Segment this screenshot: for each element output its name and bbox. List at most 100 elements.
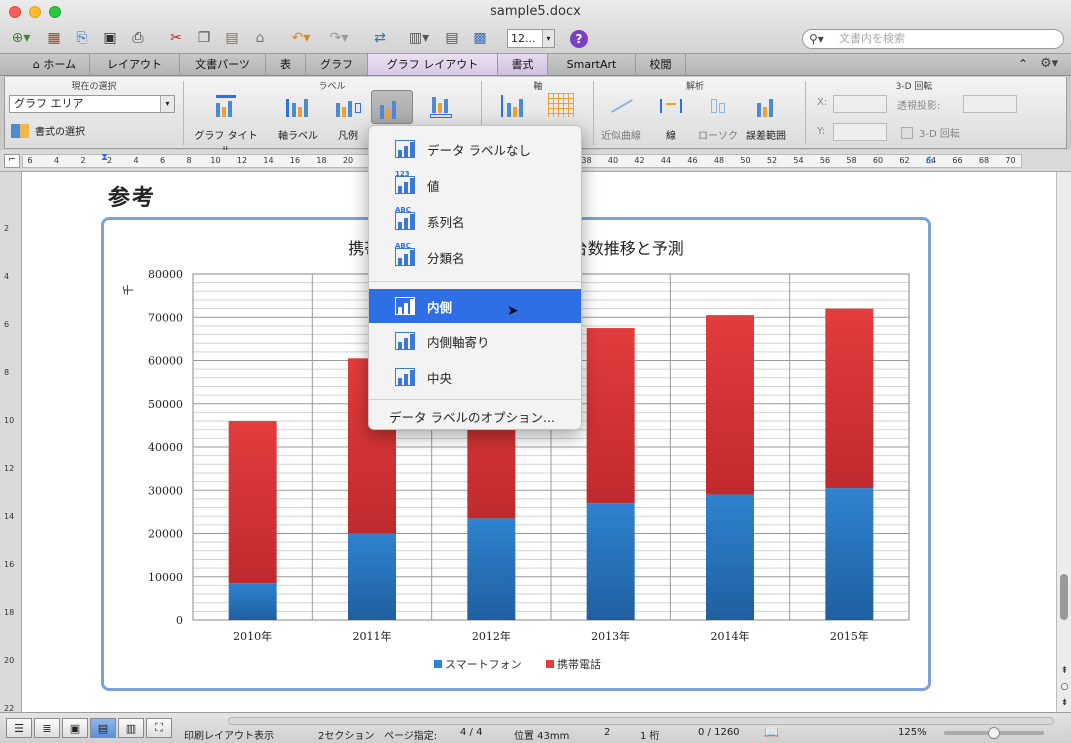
- redo-icon[interactable]: ↷▾: [322, 27, 356, 49]
- tab-label: 文書パーツ: [195, 58, 250, 71]
- trendline-button[interactable]: 近似曲線: [595, 93, 647, 143]
- menu-icon-frame: [395, 248, 415, 266]
- chart-title-button[interactable]: グラフ タイトル: [191, 93, 261, 157]
- menu-item-label-options[interactable]: データ ラベルのオプション...: [369, 402, 581, 430]
- menu-item-label: 系列名: [427, 214, 465, 230]
- outline-view-button[interactable]: ≣: [34, 718, 60, 738]
- paste-icon[interactable]: ▤: [220, 27, 244, 49]
- ruler-number: 6: [27, 156, 33, 165]
- x-tick-label: 2014年: [711, 629, 750, 643]
- copy-icon[interactable]: ❐: [192, 27, 216, 49]
- new-document-icon[interactable]: ⊕▾: [4, 27, 38, 49]
- x-tick-label: 2010年: [233, 629, 272, 643]
- menu-item-no-labels[interactable]: データ ラベルなし: [369, 133, 581, 165]
- axes-button[interactable]: [491, 93, 535, 123]
- search-icon: ⚲▾: [809, 32, 824, 46]
- zoom-slider-thumb[interactable]: [988, 727, 1000, 739]
- y-tick-label: 80000: [148, 268, 183, 281]
- vertical-scrollbar[interactable]: ⇞ ○ ⇟: [1056, 172, 1071, 712]
- tab-home[interactable]: ⌂ ホーム: [20, 54, 90, 75]
- font-size-select[interactable]: 12... ▾: [507, 29, 555, 48]
- focus-view-button[interactable]: ⛶: [146, 718, 172, 738]
- cut-icon[interactable]: ✂: [164, 27, 188, 49]
- data-labels-button[interactable]: [371, 90, 413, 124]
- status-position: 位置 43mm: [514, 731, 570, 742]
- status-view: 印刷レイアウト表示: [184, 731, 274, 742]
- notebook-view-icon: ▥: [125, 721, 137, 735]
- help-icon[interactable]: ?: [570, 30, 588, 48]
- data-labels-menu: データ ラベルなし 123 値 ABC 系列名 ABC 分類名 内側 ➤ 内側軸…: [368, 125, 582, 430]
- tab-layout[interactable]: レイアウト: [90, 54, 180, 75]
- sidebar-toggle-icon[interactable]: ▥▾: [402, 27, 436, 49]
- right-indent-marker-icon[interactable]: ◬: [926, 154, 934, 165]
- rotation-3d-button[interactable]: 3-D 回転: [901, 125, 960, 140]
- open-icon[interactable]: ⎘: [70, 27, 94, 49]
- vertical-ruler[interactable]: 2 4 6 8 10 12 14 16 18 20 22: [0, 172, 22, 713]
- error-bars-button[interactable]: 誤差範囲: [743, 93, 789, 143]
- previous-page-icon[interactable]: ⇞: [1058, 666, 1071, 680]
- next-page-icon[interactable]: ⇟: [1058, 698, 1071, 712]
- ruler-number: 16: [289, 156, 301, 165]
- y-rotation-label: Y:: [817, 126, 826, 137]
- print-layout-view-button[interactable]: ▤: [90, 718, 116, 738]
- selection-dropdown[interactable]: グラフ エリア ▾: [9, 95, 175, 113]
- indent-marker-icon[interactable]: ⧗: [101, 152, 108, 163]
- menu-item-center[interactable]: 中央: [369, 361, 581, 393]
- collapse-ribbon-icon[interactable]: ⌃: [1018, 57, 1028, 71]
- updown-bars-button[interactable]: ローソク: [695, 93, 741, 143]
- tab-document-parts[interactable]: 文書パーツ: [180, 54, 266, 75]
- scrollbar-thumb[interactable]: [1060, 574, 1068, 620]
- horizontal-scrollbar[interactable]: [228, 717, 1054, 725]
- tab-label: ホーム: [43, 58, 77, 71]
- draft-view-button[interactable]: ☰: [6, 718, 32, 738]
- tab-review[interactable]: 校閲: [636, 54, 686, 75]
- y-rotation-input[interactable]: [833, 123, 887, 141]
- undo-icon[interactable]: ↶▾: [284, 27, 318, 49]
- status-zoom: 125%: [898, 727, 927, 738]
- tab-smartart[interactable]: SmartArt: [548, 54, 636, 75]
- notebook-view-button[interactable]: ▥: [118, 718, 144, 738]
- search-input[interactable]: ⚲▾ 文書内を検索: [802, 29, 1064, 49]
- tab-chart[interactable]: グラフ: [306, 54, 368, 75]
- menu-item-value[interactable]: 123 値: [369, 169, 581, 201]
- trendline-label: 近似曲線: [601, 131, 641, 142]
- status-page-label: ページ指定:: [384, 731, 438, 742]
- gear-icon[interactable]: ⚙▾: [1040, 56, 1058, 71]
- ruler-number: 4: [53, 156, 60, 165]
- browse-object-icon[interactable]: ○: [1058, 682, 1071, 696]
- format-painter-icon[interactable]: ⌂: [248, 27, 272, 49]
- axis-labels-button[interactable]: 軸ラベル: [271, 93, 325, 143]
- x-rotation-input[interactable]: [833, 95, 887, 113]
- gridlines-button[interactable]: [539, 93, 583, 123]
- tab-table[interactable]: 表: [266, 54, 306, 75]
- save-icon[interactable]: ▣: [98, 27, 122, 49]
- window-titlebar: sample5.docx ⊕▾ ▦ ⎘ ▣ ⎙ ✂ ❐ ▤ ⌂ ↶▾ ↷▾ ⇄ …: [0, 0, 1071, 54]
- bar-mobile-phone: [825, 308, 874, 489]
- print-icon[interactable]: ⎙: [126, 27, 150, 49]
- rotate-icon[interactable]: ⇄: [368, 27, 392, 49]
- media-browser-icon[interactable]: ▤: [440, 27, 464, 49]
- vruler-number: 18: [4, 608, 15, 617]
- zoom-slider[interactable]: [944, 727, 1044, 739]
- lines-button[interactable]: 線: [649, 93, 693, 143]
- rotation-group-title: 3-D 回転: [895, 82, 933, 92]
- menu-item-series-name[interactable]: ABC 系列名: [369, 205, 581, 237]
- legend-button[interactable]: 凡例: [327, 93, 369, 143]
- template-gallery-icon[interactable]: ▦: [42, 27, 66, 49]
- tab-format[interactable]: 書式: [498, 54, 548, 75]
- vruler-number: 2: [4, 224, 10, 233]
- toolbox-icon[interactable]: ▩: [468, 27, 492, 49]
- tab-stop-selector[interactable]: ⌐: [4, 154, 20, 168]
- window-title: sample5.docx: [490, 4, 581, 19]
- menu-item-inside-end[interactable]: 内側 ➤: [369, 289, 581, 323]
- ruler-number: 48: [713, 156, 725, 165]
- perspective-input[interactable]: [963, 95, 1017, 113]
- tab-chart-layout[interactable]: グラフ レイアウト: [368, 54, 498, 75]
- menu-item-label: データ ラベルなし: [427, 142, 531, 158]
- proofing-icon[interactable]: 📖: [764, 725, 779, 739]
- publishing-view-button[interactable]: ▣: [62, 718, 88, 738]
- menu-icon-frame: [395, 297, 415, 315]
- menu-item-inside-base[interactable]: 内側軸寄り: [369, 325, 581, 357]
- menu-item-category-name[interactable]: ABC 分類名: [369, 241, 581, 273]
- format-selection-button[interactable]: 書式の選択: [11, 123, 85, 138]
